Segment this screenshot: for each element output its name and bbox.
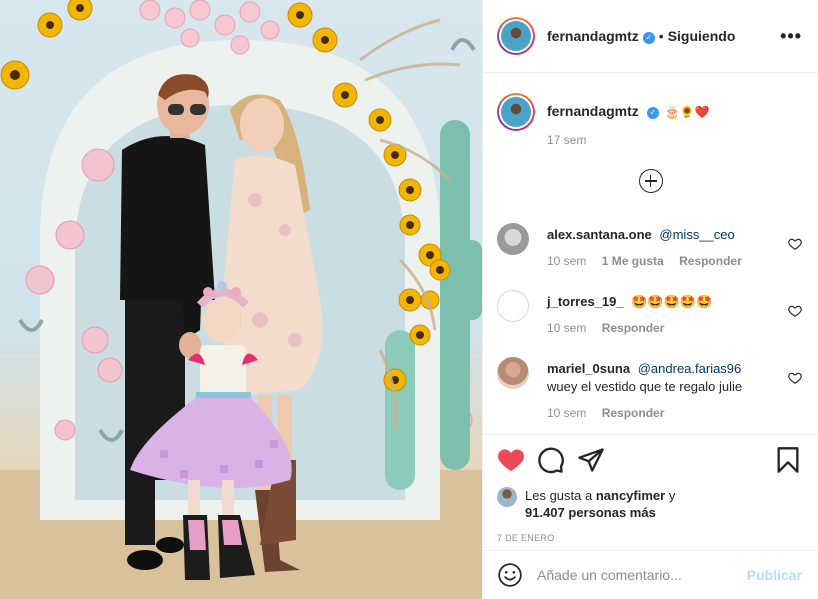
publish-button[interactable]: Publicar [747,567,802,583]
more-options-icon[interactable]: ••• [780,26,802,47]
comment-time[interactable]: 10 sem [547,254,586,268]
comment-text: wuey el vestido que te regalo julie [547,379,743,394]
comment-mention[interactable]: @andrea.farias96 [638,361,742,376]
comment-likes[interactable]: 1 Me gusta [602,254,664,268]
commenter-avatar[interactable] [497,290,529,322]
comment-item: mariel_0suna @andrea.farias96 wuey el ve… [483,357,818,420]
comment-text: 🤩🤩🤩🤩🤩 [631,294,713,309]
caption-text: 🎂🌻❤️ [664,105,710,119]
add-comment-bar: Publicar [483,550,818,599]
comment-input[interactable] [537,567,747,583]
instagram-post-viewer: fernandagmtz ✓ • Siguiendo ••• fernandagm… [0,0,818,599]
comment-bubble-icon[interactable] [537,446,565,474]
comment-time[interactable]: 10 sem [547,321,586,335]
commenter-avatar[interactable] [497,223,529,255]
author-username[interactable]: fernandagmtz ✓ [547,28,655,44]
caption-avatar[interactable] [497,93,535,131]
reply-button[interactable]: Responder [602,321,665,335]
post-date[interactable]: 7 DE ENERO [497,533,802,543]
verified-badge-icon: ✓ [646,107,659,119]
caption-username[interactable]: fernandagmtz [547,103,639,119]
header-separator: • [658,28,664,44]
likes-summary: Les gusta a nancyfimer y 91.407 personas… [497,487,802,521]
comment-time[interactable]: 10 sem [547,406,586,420]
post-actions: Les gusta a nancyfimer y 91.407 personas… [483,434,818,543]
bookmark-icon[interactable] [774,446,802,474]
smiley-icon[interactable] [497,562,523,588]
liker-avatar[interactable] [497,487,517,507]
caption-time[interactable]: 17 sem [547,133,710,147]
comment-username[interactable]: alex.santana.one [547,227,652,242]
liker-username[interactable]: nancyfimer [596,488,665,503]
commenter-avatar[interactable] [497,357,529,389]
comment-item: alex.santana.one @miss__ceo 10 sem 1 Me … [483,223,818,268]
reply-button[interactable]: Responder [602,406,665,420]
comment-username[interactable]: j_torres_19_ [547,294,624,309]
post-photo-illustration [0,0,482,599]
post-side-panel: fernandagmtz ✓ • Siguiendo ••• fernandagm… [482,0,818,599]
comment-like-heart-icon[interactable] [788,371,802,385]
load-more-comments-icon[interactable] [638,169,663,193]
verified-badge-icon: ✓ [642,32,655,44]
comment-username[interactable]: mariel_0suna [547,361,630,376]
paper-plane-icon[interactable] [577,446,605,474]
post-photo[interactable] [0,0,482,599]
post-header: fernandagmtz ✓ • Siguiendo ••• [483,0,818,73]
post-caption: fernandagmtz ✓ 🎂🌻❤️ 17 sem [483,73,818,147]
comment-mention[interactable]: @miss__ceo [659,227,734,242]
reply-button[interactable]: Responder [679,254,742,268]
comment-like-heart-icon[interactable] [788,304,802,318]
like-heart-icon[interactable] [497,446,525,474]
comment-item: j_torres_19_ 🤩🤩🤩🤩🤩 10 sem Responder [483,290,818,335]
comment-like-heart-icon[interactable] [788,237,802,251]
following-button[interactable]: Siguiendo [668,28,736,44]
author-avatar[interactable] [497,17,535,55]
likes-count[interactable]: 91.407 personas más [525,505,656,520]
